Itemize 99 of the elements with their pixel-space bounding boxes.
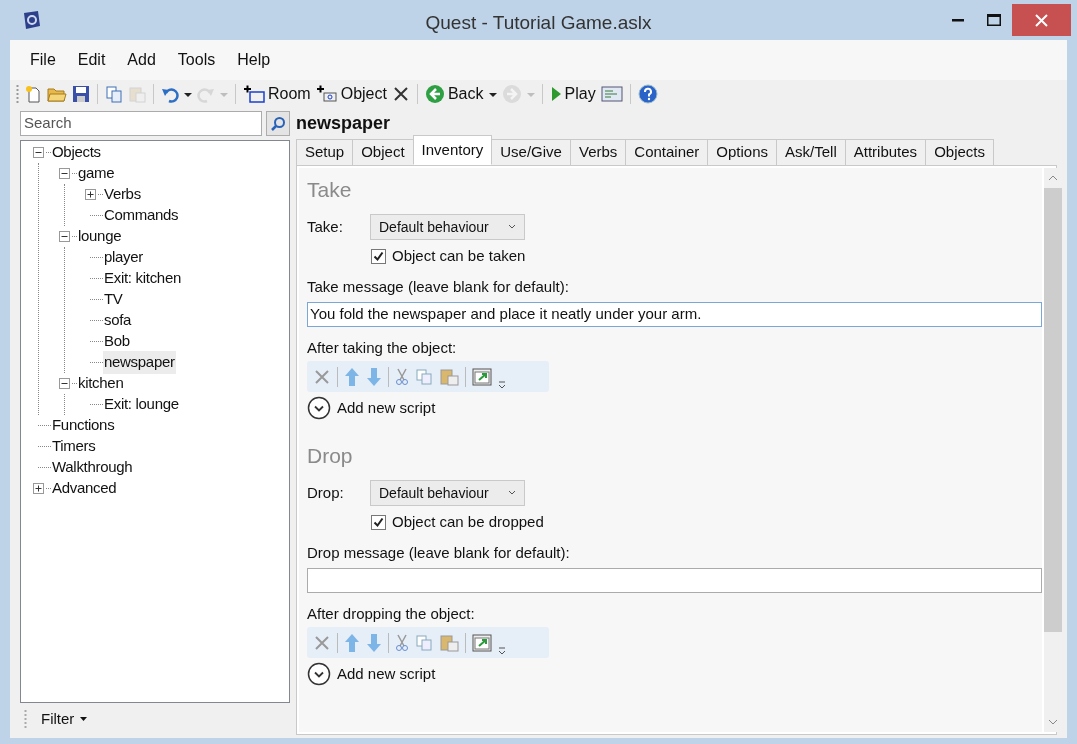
- behaviour-dropdown[interactable]: Default behaviour: [370, 214, 525, 240]
- add-object-icon: [315, 85, 338, 103]
- scissors-icon[interactable]: [395, 633, 409, 652]
- object-name: newspaper: [296, 112, 391, 135]
- clipboard-icon[interactable]: [439, 367, 459, 386]
- add-script-button[interactable]: Add new script: [307, 396, 436, 420]
- close-button[interactable]: [1012, 4, 1071, 36]
- play-icon: [549, 86, 562, 102]
- expand-icon[interactable]: [33, 483, 44, 494]
- collapse-icon[interactable]: [59, 168, 70, 179]
- tree-item[interactable]: Walkthrough: [51, 456, 134, 479]
- field-label: After dropping the object:: [307, 603, 475, 624]
- search-icon: [270, 115, 286, 132]
- new-file-icon[interactable]: [24, 85, 42, 103]
- popout-window-icon[interactable]: [472, 367, 492, 386]
- tree-item[interactable]: Functions: [51, 414, 116, 437]
- down-arrow-icon[interactable]: [366, 632, 382, 653]
- scissors-icon[interactable]: [395, 367, 409, 386]
- tab[interactable]: Setup: [296, 139, 354, 165]
- field-label: After taking the object:: [307, 337, 457, 358]
- code-view-icon[interactable]: [600, 85, 623, 103]
- section-title: Take: [307, 177, 352, 203]
- tree-item[interactable]: Timers: [51, 435, 97, 458]
- tree-item[interactable]: newspaper: [103, 351, 176, 374]
- tree-item[interactable]: Exit: lounge: [103, 393, 180, 416]
- tree-item[interactable]: player: [103, 246, 145, 269]
- tree-item[interactable]: TV: [103, 288, 124, 311]
- scroll-up-icon: [1048, 175, 1058, 181]
- collapse-icon[interactable]: [59, 231, 70, 242]
- menu-item[interactable]: Tools: [177, 48, 216, 72]
- overflow-icon[interactable]: [498, 645, 506, 655]
- down-arrow-icon[interactable]: [366, 366, 382, 387]
- folder-icon[interactable]: [47, 85, 67, 103]
- delete-x-icon[interactable]: [391, 85, 410, 103]
- menu-item[interactable]: Edit: [77, 48, 106, 72]
- tree-item[interactable]: Objects: [51, 141, 102, 164]
- add-script-button[interactable]: Add new script: [307, 662, 436, 686]
- checkbox-label: Object can be taken: [392, 245, 526, 266]
- checkbox-label: Object can be dropped: [392, 511, 544, 532]
- tab[interactable]: Objects: [925, 139, 994, 165]
- toolbar-button[interactable]: Object: [315, 82, 387, 106]
- window-title: Quest - Tutorial Game.aslx: [425, 11, 652, 35]
- copy-icon[interactable]: [415, 633, 433, 652]
- field-label: Drop message (leave blank for default):: [307, 543, 570, 563]
- tree-item[interactable]: Commands: [103, 204, 180, 227]
- close-icon: [1035, 13, 1048, 27]
- overflow-icon[interactable]: [498, 379, 506, 389]
- toolbar-button[interactable]: Back: [424, 82, 484, 106]
- field-label: Take message (leave blank for default):: [307, 277, 569, 297]
- filter-button[interactable]: Filter: [41, 707, 88, 731]
- popout-window-icon[interactable]: [472, 633, 492, 652]
- field-label: Take:: [307, 216, 344, 237]
- minimize-icon: [952, 18, 964, 22]
- chevron-circle-icon: [307, 396, 331, 420]
- chevron-down-icon: [508, 224, 516, 230]
- toolbar-button[interactable]: Play: [549, 82, 596, 106]
- tab[interactable]: Inventory: [412, 135, 493, 165]
- menu-item[interactable]: File: [30, 48, 56, 72]
- up-arrow-icon[interactable]: [344, 366, 360, 387]
- message-field[interactable]: [307, 567, 1042, 593]
- scroll-down-icon: [1048, 719, 1058, 725]
- maximize-icon: [987, 14, 1001, 26]
- undo-arrow-icon[interactable]: [161, 85, 179, 103]
- add-room-icon: [243, 85, 265, 103]
- tree-item[interactable]: kitchen: [77, 372, 125, 395]
- chevron-circle-icon: [307, 662, 331, 686]
- collapse-icon[interactable]: [59, 378, 70, 389]
- menu-item[interactable]: Add: [127, 48, 156, 72]
- message-field[interactable]: You fold the newspaper and place it neatly under your arm.: [307, 301, 1042, 327]
- chevron-down-icon: [508, 490, 516, 496]
- tree-item[interactable]: sofa: [103, 309, 133, 332]
- app-logo-icon: [22, 10, 42, 30]
- tree-item[interactable]: Verbs: [103, 183, 142, 206]
- tree-item[interactable]: lounge: [77, 225, 123, 248]
- help-icon[interactable]: [637, 84, 658, 104]
- scroll-thumb[interactable]: [1044, 188, 1062, 632]
- tree-item[interactable]: game: [77, 162, 116, 185]
- up-arrow-icon[interactable]: [344, 632, 360, 653]
- tree-item[interactable]: Advanced: [51, 477, 118, 500]
- menu-item[interactable]: Help: [237, 48, 271, 72]
- collapse-icon[interactable]: [33, 147, 44, 158]
- grip-icon: [24, 709, 27, 729]
- field-label: Drop:: [307, 482, 345, 503]
- tree-item[interactable]: Bob: [103, 330, 131, 353]
- copy-icon[interactable]: [105, 85, 123, 103]
- tree-item[interactable]: Exit: kitchen: [103, 267, 182, 290]
- copy-icon[interactable]: [415, 367, 433, 386]
- grip-icon: [16, 84, 19, 104]
- search-button[interactable]: [266, 111, 290, 136]
- expand-icon[interactable]: [85, 189, 96, 200]
- section-title: Drop: [307, 443, 353, 469]
- search-field[interactable]: Search: [20, 111, 262, 136]
- behaviour-dropdown[interactable]: Default behaviour: [370, 480, 525, 506]
- caret-icon: [80, 717, 88, 721]
- checkbox[interactable]: [371, 514, 386, 530]
- toolbar-button[interactable]: Room: [243, 82, 311, 106]
- checkbox[interactable]: [371, 248, 386, 264]
- scrollbar[interactable]: [1044, 168, 1062, 732]
- clipboard-icon[interactable]: [439, 633, 459, 652]
